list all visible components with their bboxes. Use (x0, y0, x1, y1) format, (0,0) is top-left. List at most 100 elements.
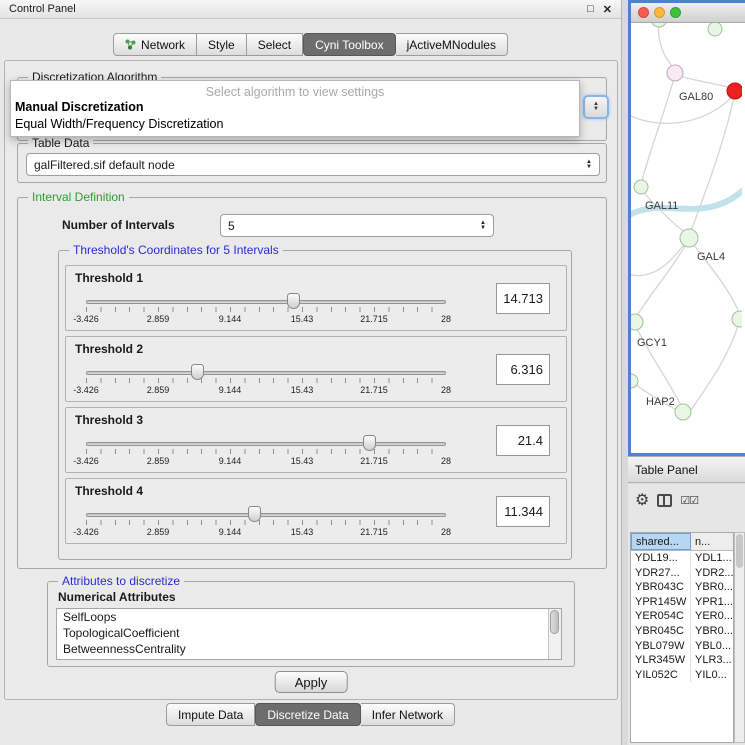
table-scrollbar[interactable] (734, 532, 745, 743)
columns-icon[interactable] (657, 494, 672, 507)
number-of-intervals-combobox[interactable]: 5 ▲▼ (220, 214, 494, 237)
cell: YDR27... (631, 566, 691, 581)
window-controls: □ ✕ (587, 3, 612, 16)
node-label: GCY1 (637, 337, 667, 349)
cell: YDL19... (631, 551, 691, 566)
tab-label: Network (141, 38, 185, 52)
threshold-label: Threshold 1 (75, 271, 143, 285)
slider-track (86, 371, 446, 375)
threshold-4-slider[interactable]: -3.4262.8599.14415.4321.71528 (86, 503, 446, 543)
apply-button[interactable]: Apply (275, 671, 348, 693)
table-row[interactable]: YER054CYER0... (631, 609, 733, 624)
network-graph: GAL80 GAL11 GAL4 GCY1 HAP2 (631, 23, 742, 452)
tab-infer-network[interactable]: Infer Network (361, 703, 455, 726)
tab-select[interactable]: Select (247, 33, 303, 56)
gear-icon[interactable]: ⚙ (635, 490, 649, 510)
cell: YBR0... (691, 580, 733, 595)
control-panel-titlebar: Control Panel □ ✕ (0, 0, 621, 19)
network-icon (125, 39, 136, 50)
threshold-1-slider[interactable]: -3.4262.8599.14415.4321.71528 (86, 290, 446, 330)
close-icon[interactable]: ✕ (603, 3, 612, 16)
tab-style[interactable]: Style (197, 33, 247, 56)
cell: YIL052C (631, 668, 691, 683)
table-data-group: Table Data galFiltered.sif default node … (17, 143, 607, 183)
slider-track (86, 513, 446, 517)
table-row[interactable]: YLR345WYLR3... (631, 653, 733, 668)
list-item[interactable]: BetweennessCentrality (57, 641, 561, 657)
cell: YDL1... (691, 551, 733, 566)
interval-definition-group: Interval Definition Number of Intervals … (17, 197, 607, 569)
slider-ticks (86, 378, 446, 383)
threshold-1-thumb[interactable] (287, 293, 300, 309)
chevron-down-icon: ▼ (593, 107, 599, 112)
threshold-3-value[interactable]: 21.4 (496, 425, 550, 456)
threshold-4-thumb[interactable] (248, 506, 261, 522)
zoom-traffic-light[interactable] (670, 7, 681, 18)
tab-discretize-data[interactable]: Discretize Data (255, 703, 360, 726)
scrollbar-thumb[interactable] (736, 534, 743, 568)
table-data-combobox[interactable]: galFiltered.sif default node ▲▼ (26, 153, 600, 176)
dropdown-item-manual-discretization[interactable]: Manual Discretization (11, 98, 579, 115)
dropdown-item-equal-width[interactable]: Equal Width/Frequency Discretization (11, 115, 579, 132)
column-header-shared-name[interactable]: shared... (631, 533, 691, 550)
node-table: shared... n... YDL19...YDL1... YDR27...Y… (630, 532, 734, 743)
tab-cyni-toolbox[interactable]: Cyni Toolbox (303, 33, 395, 56)
tab-label: Cyni Toolbox (315, 38, 383, 52)
close-traffic-light[interactable] (638, 7, 649, 18)
threshold-2-panel: Threshold 2 -3.4262.8599.14415.4321.7152… (65, 336, 567, 402)
table-panel: ⚙ ☑☑ shared... n... YDL19...YDL1... YDR2… (628, 484, 745, 745)
list-item[interactable]: SelfLoops (57, 609, 561, 625)
table-row[interactable]: YPR145WYPR1... (631, 595, 733, 610)
numerical-attributes-list[interactable]: SelfLoops TopologicalCoefficient Between… (56, 608, 562, 660)
cell: YIL0... (691, 668, 733, 683)
cell: YBR0... (691, 624, 733, 639)
cyni-toolbox-panel: Discretization Algorithm ▲▼ Table Data g… (4, 60, 618, 700)
cell: YLR3... (691, 653, 733, 668)
dropdown-placeholder: Select algorithm to view settings (11, 81, 579, 98)
column-header-name[interactable]: n... (691, 533, 733, 550)
threshold-1-value[interactable]: 14.713 (496, 283, 550, 314)
table-panel-header: Table Panel (628, 456, 745, 483)
node-label: HAP2 (646, 396, 675, 408)
table-row[interactable]: YDL19...YDL1... (631, 551, 733, 566)
threshold-3-thumb[interactable] (363, 435, 376, 451)
slider-track (86, 300, 446, 304)
tab-network[interactable]: Network (113, 33, 197, 56)
table-row[interactable]: YIL052CYIL0... (631, 668, 733, 683)
slider-tick-labels: -3.4262.8599.14415.4321.71528 (86, 314, 446, 325)
threshold-2-slider[interactable]: -3.4262.8599.14415.4321.71528 (86, 361, 446, 401)
slider-track (86, 442, 446, 446)
list-scrollbar[interactable] (548, 609, 561, 659)
threshold-3-slider[interactable]: -3.4262.8599.14415.4321.71528 (86, 432, 446, 472)
combo-stepper-icon: ▲▼ (480, 221, 486, 231)
threshold-label: Threshold 2 (75, 342, 143, 356)
tab-label: jActiveMNodules (407, 38, 496, 52)
threshold-2-value[interactable]: 6.316 (496, 354, 550, 385)
threshold-2-thumb[interactable] (191, 364, 204, 380)
selected-red-node[interactable] (727, 83, 742, 99)
table-row[interactable]: YDR27...YDR2... (631, 566, 733, 581)
minimize-icon[interactable]: □ (587, 3, 594, 16)
list-item[interactable]: TopologicalCoefficient (57, 625, 561, 641)
gal80-node[interactable] (667, 65, 683, 81)
minimize-traffic-light[interactable] (654, 7, 665, 18)
threshold-4-value[interactable]: 11.344 (496, 496, 550, 527)
group-label: Interval Definition (28, 190, 129, 204)
algorithm-combo-stepper[interactable]: ▲▼ (583, 95, 609, 119)
window-title: Control Panel (9, 3, 76, 15)
tab-label: Select (258, 38, 291, 52)
combobox-value: 5 (228, 219, 235, 233)
table-row[interactable]: YBL079WYBL0... (631, 639, 733, 654)
threshold-4-panel: Threshold 4 -3.4262.8599.14415.4321.7152… (65, 478, 567, 544)
network-canvas[interactable]: GAL80 GAL11 GAL4 GCY1 HAP2 (631, 23, 745, 452)
slider-tick-labels: -3.4262.8599.14415.4321.71528 (86, 385, 446, 396)
select-columns-icon[interactable]: ☑☑ (680, 494, 698, 507)
number-of-intervals-label: Number of Intervals (62, 218, 175, 232)
table-panel-toolbar: ⚙ ☑☑ (635, 490, 698, 510)
threshold-label: Threshold 4 (75, 484, 143, 498)
tab-impute-data[interactable]: Impute Data (166, 703, 255, 726)
table-row[interactable]: YBR043CYBR0... (631, 580, 733, 595)
table-row[interactable]: YBR045CYBR0... (631, 624, 733, 639)
scrollbar-thumb[interactable] (550, 610, 559, 634)
tab-jactivemodules[interactable]: jActiveMNodules (396, 33, 508, 56)
